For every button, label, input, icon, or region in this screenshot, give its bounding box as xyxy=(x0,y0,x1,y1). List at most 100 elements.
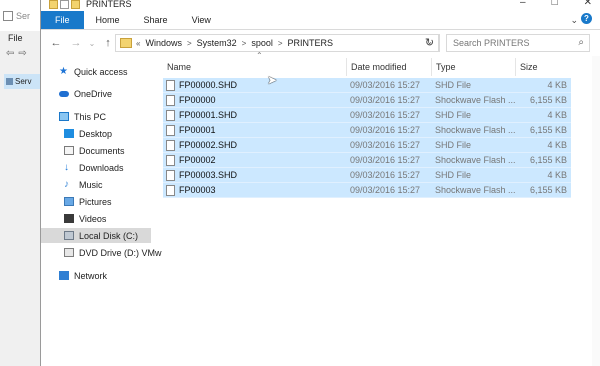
nav-network[interactable]: Network xyxy=(59,268,107,283)
nav-dvd-drive[interactable]: DVD Drive (D:) VMw xyxy=(64,245,162,260)
column-header-date[interactable]: Date modified xyxy=(347,58,432,76)
bg-titlebar: Ser xyxy=(0,0,43,31)
forward-arrow-icon[interactable]: → xyxy=(69,37,83,49)
new-folder-icon[interactable] xyxy=(71,0,80,9)
nav-label: Local Disk (C:) xyxy=(79,230,139,241)
back-arrow-icon[interactable]: ← xyxy=(49,37,63,49)
nav-label: Desktop xyxy=(79,128,113,139)
window-title: PRINTERS xyxy=(86,0,132,9)
up-arrow-icon[interactable]: ↑ xyxy=(101,37,115,49)
file-type: Shockwave Flash ... xyxy=(435,125,515,135)
file-icon xyxy=(166,125,175,136)
column-header-name[interactable]: Name xyxy=(163,58,347,76)
desktop-icon xyxy=(64,129,74,138)
tab-home[interactable]: Home xyxy=(84,11,132,29)
nav-documents[interactable]: Documents xyxy=(64,143,125,158)
breadcrumb-system32[interactable]: System32 xyxy=(197,38,237,48)
nav-label: Pictures xyxy=(79,196,112,207)
star-icon: ★ xyxy=(59,66,68,77)
table-row[interactable]: FP00000.SHD 09/03/2016 15:27 SHD File 4 … xyxy=(163,78,571,93)
nav-local-disk[interactable]: Local Disk (C:) xyxy=(41,228,151,243)
bg-toolbar: ⇦ ⇨ xyxy=(0,45,43,61)
tab-share[interactable]: Share xyxy=(132,11,180,29)
column-header-type[interactable]: Type xyxy=(432,58,516,76)
bg-menu-file[interactable]: File xyxy=(0,31,43,45)
file-type: Shockwave Flash ... xyxy=(435,95,515,105)
file-date: 09/03/2016 15:27 xyxy=(350,125,421,135)
file-type: Shockwave Flash ... xyxy=(435,185,515,195)
breadcrumb-spool[interactable]: spool xyxy=(251,38,273,48)
nav-label: Videos xyxy=(79,213,107,224)
file-type: Shockwave Flash ... xyxy=(435,155,515,165)
table-row[interactable]: FP00001.SHD 09/03/2016 15:27 SHD File 4 … xyxy=(163,108,571,123)
nav-music[interactable]: ♪ Music xyxy=(64,177,103,192)
column-header-size[interactable]: Size xyxy=(516,58,571,76)
file-date: 09/03/2016 15:27 xyxy=(350,185,421,195)
folder-icon xyxy=(49,0,58,9)
nav-this-pc[interactable]: This PC xyxy=(59,109,106,124)
nav-quick-access[interactable]: ★ Quick access xyxy=(59,64,128,79)
documents-icon xyxy=(64,146,74,155)
window-controls: – □ ✕ xyxy=(520,0,592,8)
file-date: 09/03/2016 15:27 xyxy=(350,140,421,150)
help-icon[interactable]: ? xyxy=(581,13,592,24)
file-icon xyxy=(166,185,175,196)
maximize-button[interactable]: □ xyxy=(552,0,558,8)
file-icon xyxy=(166,155,175,166)
table-row[interactable]: FP00003.SHD 09/03/2016 15:27 SHD File 4 … xyxy=(163,168,571,183)
file-name: FP00001 xyxy=(179,125,216,135)
file-size: 6,155 KB xyxy=(529,125,567,135)
bg-forward-icon[interactable]: ⇨ xyxy=(18,48,26,59)
file-name: FP00002.SHD xyxy=(179,140,238,150)
breadcrumb-separator[interactable]: > xyxy=(242,39,247,48)
address-folder-icon xyxy=(120,38,132,48)
file-name: FP00002 xyxy=(179,155,216,165)
bg-back-icon[interactable]: ⇦ xyxy=(6,48,14,59)
minimize-button[interactable]: – xyxy=(520,0,526,8)
file-date: 09/03/2016 15:27 xyxy=(350,170,421,180)
breadcrumb-separator[interactable]: > xyxy=(187,39,192,48)
nav-downloads[interactable]: ↓ Downloads xyxy=(64,160,124,175)
overflow-chevron[interactable]: « xyxy=(136,39,140,48)
breadcrumb-separator[interactable]: > xyxy=(278,39,283,48)
dvd-icon xyxy=(64,248,74,257)
nav-videos[interactable]: Videos xyxy=(64,211,106,226)
table-row[interactable]: FP00002 09/03/2016 15:27 Shockwave Flash… xyxy=(163,153,571,168)
breadcrumb-printers[interactable]: PRINTERS xyxy=(288,38,334,48)
refresh-icon[interactable]: ↻ xyxy=(421,34,439,52)
tab-view[interactable]: View xyxy=(180,11,223,29)
nav-pictures[interactable]: Pictures xyxy=(64,194,112,209)
properties-icon[interactable] xyxy=(60,0,69,9)
vertical-scrollbar[interactable] xyxy=(592,56,600,366)
music-icon: ♪ xyxy=(64,179,69,190)
table-row[interactable]: FP00000 09/03/2016 15:27 Shockwave Flash… xyxy=(163,93,571,108)
file-name: FP00003 xyxy=(179,185,216,195)
nav-label: Documents xyxy=(79,145,125,156)
search-input[interactable]: Search PRINTERS ⌕ xyxy=(446,34,590,52)
nav-desktop[interactable]: Desktop xyxy=(64,126,112,141)
file-name: FP00000 xyxy=(179,95,216,105)
file-icon xyxy=(166,140,175,151)
mouse-cursor-icon: ➤ xyxy=(267,73,278,87)
ribbon: File Home Share View ⌄ ? xyxy=(41,11,600,30)
file-type: SHD File xyxy=(435,110,472,120)
table-row[interactable]: FP00001 09/03/2016 15:27 Shockwave Flash… xyxy=(163,123,571,138)
bg-tree-item[interactable]: Serv xyxy=(4,74,44,89)
nav-label: This PC xyxy=(74,111,107,122)
nav-onedrive[interactable]: OneDrive xyxy=(59,86,112,101)
expand-ribbon-icon[interactable]: ⌄ xyxy=(570,15,578,26)
bg-tree-icon xyxy=(6,78,13,85)
file-type: SHD File xyxy=(435,170,472,180)
breadcrumb-windows[interactable]: Windows xyxy=(145,38,182,48)
address-bar[interactable]: « Windows > System32 > spool > PRINTERS … xyxy=(115,34,440,52)
search-icon: ⌕ xyxy=(578,37,584,48)
tab-file[interactable]: File xyxy=(41,11,84,29)
close-button[interactable]: ✕ xyxy=(584,0,592,8)
file-date: 09/03/2016 15:27 xyxy=(350,80,421,90)
file-icon xyxy=(166,110,175,121)
recent-locations-icon[interactable]: ⌄ xyxy=(85,39,99,48)
table-row[interactable]: FP00003 09/03/2016 15:27 Shockwave Flash… xyxy=(163,183,571,198)
table-row[interactable]: FP00002.SHD 09/03/2016 15:27 SHD File 4 … xyxy=(163,138,571,153)
file-size: 4 KB xyxy=(547,140,567,150)
downloads-icon: ↓ xyxy=(64,162,69,173)
